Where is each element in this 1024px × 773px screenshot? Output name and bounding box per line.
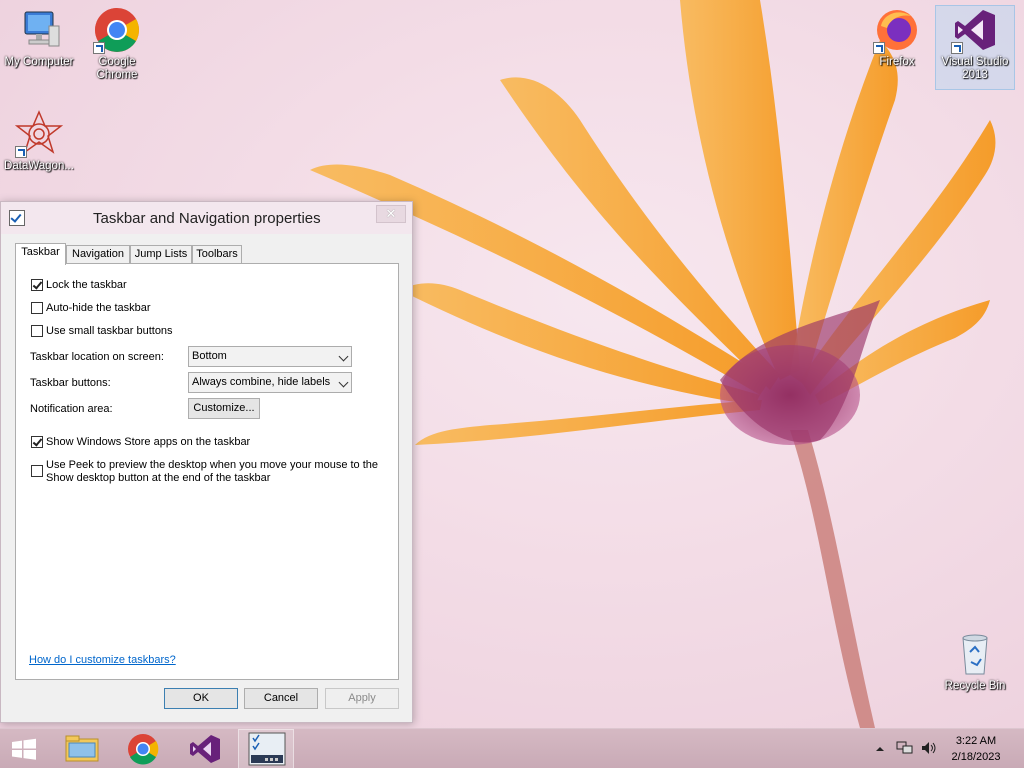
notification-area-label: Notification area: bbox=[30, 403, 113, 415]
apply-button[interactable]: Apply bbox=[325, 688, 399, 709]
taskbar: 3:22 AM 2/18/2023 bbox=[0, 728, 1024, 769]
taskbar-properties-dialog: Taskbar and Navigation properties ✕ Task… bbox=[0, 201, 413, 723]
ok-button[interactable]: OK bbox=[164, 688, 238, 709]
customize-button[interactable]: Customize... bbox=[188, 398, 260, 419]
help-link[interactable]: How do I customize taskbars? bbox=[29, 654, 176, 666]
chrome-icon bbox=[128, 734, 159, 765]
lock-taskbar-checkbox[interactable] bbox=[31, 279, 43, 291]
desktop-icon-label: Firefox bbox=[879, 56, 915, 68]
taskbar-buttons-value: Always combine, hide labels bbox=[192, 376, 331, 388]
peek-checkbox[interactable] bbox=[31, 465, 43, 477]
clock-date[interactable]: 2/18/2023 bbox=[946, 751, 1006, 763]
store-apps-checkbox[interactable] bbox=[31, 436, 43, 448]
taskbar-file-explorer[interactable] bbox=[56, 729, 112, 769]
taskbar-tab-panel: Lock the taskbar Auto-hide the taskbar U… bbox=[15, 263, 399, 680]
shortcut-arrow-icon bbox=[15, 146, 27, 158]
shortcut-arrow-icon bbox=[93, 42, 105, 54]
speaker-icon bbox=[922, 742, 936, 754]
auto-hide-label[interactable]: Auto-hide the taskbar bbox=[46, 302, 151, 314]
desktop-icon-label: My Computer bbox=[4, 56, 74, 68]
datawagon-desktop-icon[interactable]: DataWagon... bbox=[0, 110, 78, 173]
dialog-title: Taskbar and Navigation properties bbox=[93, 210, 321, 227]
close-button[interactable]: ✕ bbox=[376, 205, 406, 223]
visual-studio-icon bbox=[951, 6, 999, 54]
recycle-bin-desktop-icon[interactable]: Recycle Bin bbox=[936, 630, 1014, 693]
my-computer-desktop-icon[interactable]: My Computer bbox=[0, 6, 78, 69]
peek-label-line-2[interactable]: Show desktop button at the end of the ta… bbox=[46, 472, 270, 484]
dialog-titlebar[interactable]: Taskbar and Navigation properties ✕ bbox=[1, 202, 412, 234]
firefox-desktop-icon[interactable]: Firefox bbox=[858, 6, 936, 69]
tab-navigation[interactable]: Navigation bbox=[66, 245, 130, 264]
taskbar-properties-window[interactable] bbox=[238, 729, 294, 769]
small-buttons-label[interactable]: Use small taskbar buttons bbox=[46, 325, 173, 337]
computer-icon bbox=[15, 6, 63, 54]
store-apps-label[interactable]: Show Windows Store apps on the taskbar bbox=[46, 436, 250, 448]
tab-taskbar[interactable]: Taskbar bbox=[15, 243, 66, 265]
lock-taskbar-label[interactable]: Lock the taskbar bbox=[46, 279, 127, 291]
desktop-icon-label: Google Chrome bbox=[96, 56, 138, 81]
cancel-button[interactable]: Cancel bbox=[244, 688, 318, 709]
firefox-icon bbox=[873, 6, 921, 54]
chrome-icon bbox=[93, 6, 141, 54]
desktop-icon-label: Recycle Bin bbox=[944, 680, 1006, 692]
show-hidden-icons-button[interactable] bbox=[876, 744, 884, 752]
network-icon bbox=[896, 741, 913, 754]
small-buttons-checkbox[interactable] bbox=[31, 325, 43, 337]
location-select[interactable]: Bottom bbox=[188, 346, 352, 367]
visual-studio-desktop-icon[interactable]: Visual Studio 2013 bbox=[935, 5, 1015, 90]
taskbar-chrome[interactable] bbox=[116, 729, 172, 769]
desktop-icon-label: Visual Studio 2013 bbox=[941, 56, 1009, 81]
recycle-bin-icon bbox=[951, 630, 999, 678]
desktop-icon-label: DataWagon... bbox=[4, 160, 74, 172]
file-explorer-icon bbox=[65, 735, 99, 762]
desktop: My Computer Google Chrome DataWagon... F… bbox=[0, 0, 1024, 728]
chevron-down-icon bbox=[338, 377, 349, 388]
taskbar-visual-studio[interactable] bbox=[176, 729, 232, 769]
taskbar-buttons-select[interactable]: Always combine, hide labels bbox=[188, 372, 352, 393]
peek-label-line-1[interactable]: Use Peek to preview the desktop when you… bbox=[46, 459, 378, 471]
tab-toolbars[interactable]: Toolbars bbox=[192, 245, 242, 264]
location-label: Taskbar location on screen: bbox=[30, 351, 164, 363]
datawagon-icon bbox=[14, 110, 64, 158]
clock-time[interactable]: 3:22 AM bbox=[946, 735, 1006, 747]
start-button[interactable] bbox=[0, 729, 56, 769]
taskbar-properties-icon bbox=[9, 210, 25, 226]
volume-tray-button[interactable] bbox=[920, 740, 938, 756]
chevron-down-icon bbox=[338, 351, 349, 362]
shortcut-arrow-icon bbox=[873, 42, 885, 54]
taskbar-properties-icon bbox=[248, 732, 286, 766]
auto-hide-checkbox[interactable] bbox=[31, 302, 43, 314]
windows-start-icon bbox=[12, 738, 36, 760]
chevron-up-icon bbox=[876, 747, 884, 751]
shortcut-arrow-icon bbox=[951, 42, 963, 54]
network-tray-button[interactable] bbox=[896, 740, 914, 756]
visual-studio-icon bbox=[190, 735, 220, 763]
google-chrome-desktop-icon[interactable]: Google Chrome bbox=[78, 6, 156, 82]
location-value: Bottom bbox=[192, 350, 227, 362]
tab-jump-lists[interactable]: Jump Lists bbox=[130, 245, 192, 264]
taskbar-buttons-label: Taskbar buttons: bbox=[30, 377, 111, 389]
